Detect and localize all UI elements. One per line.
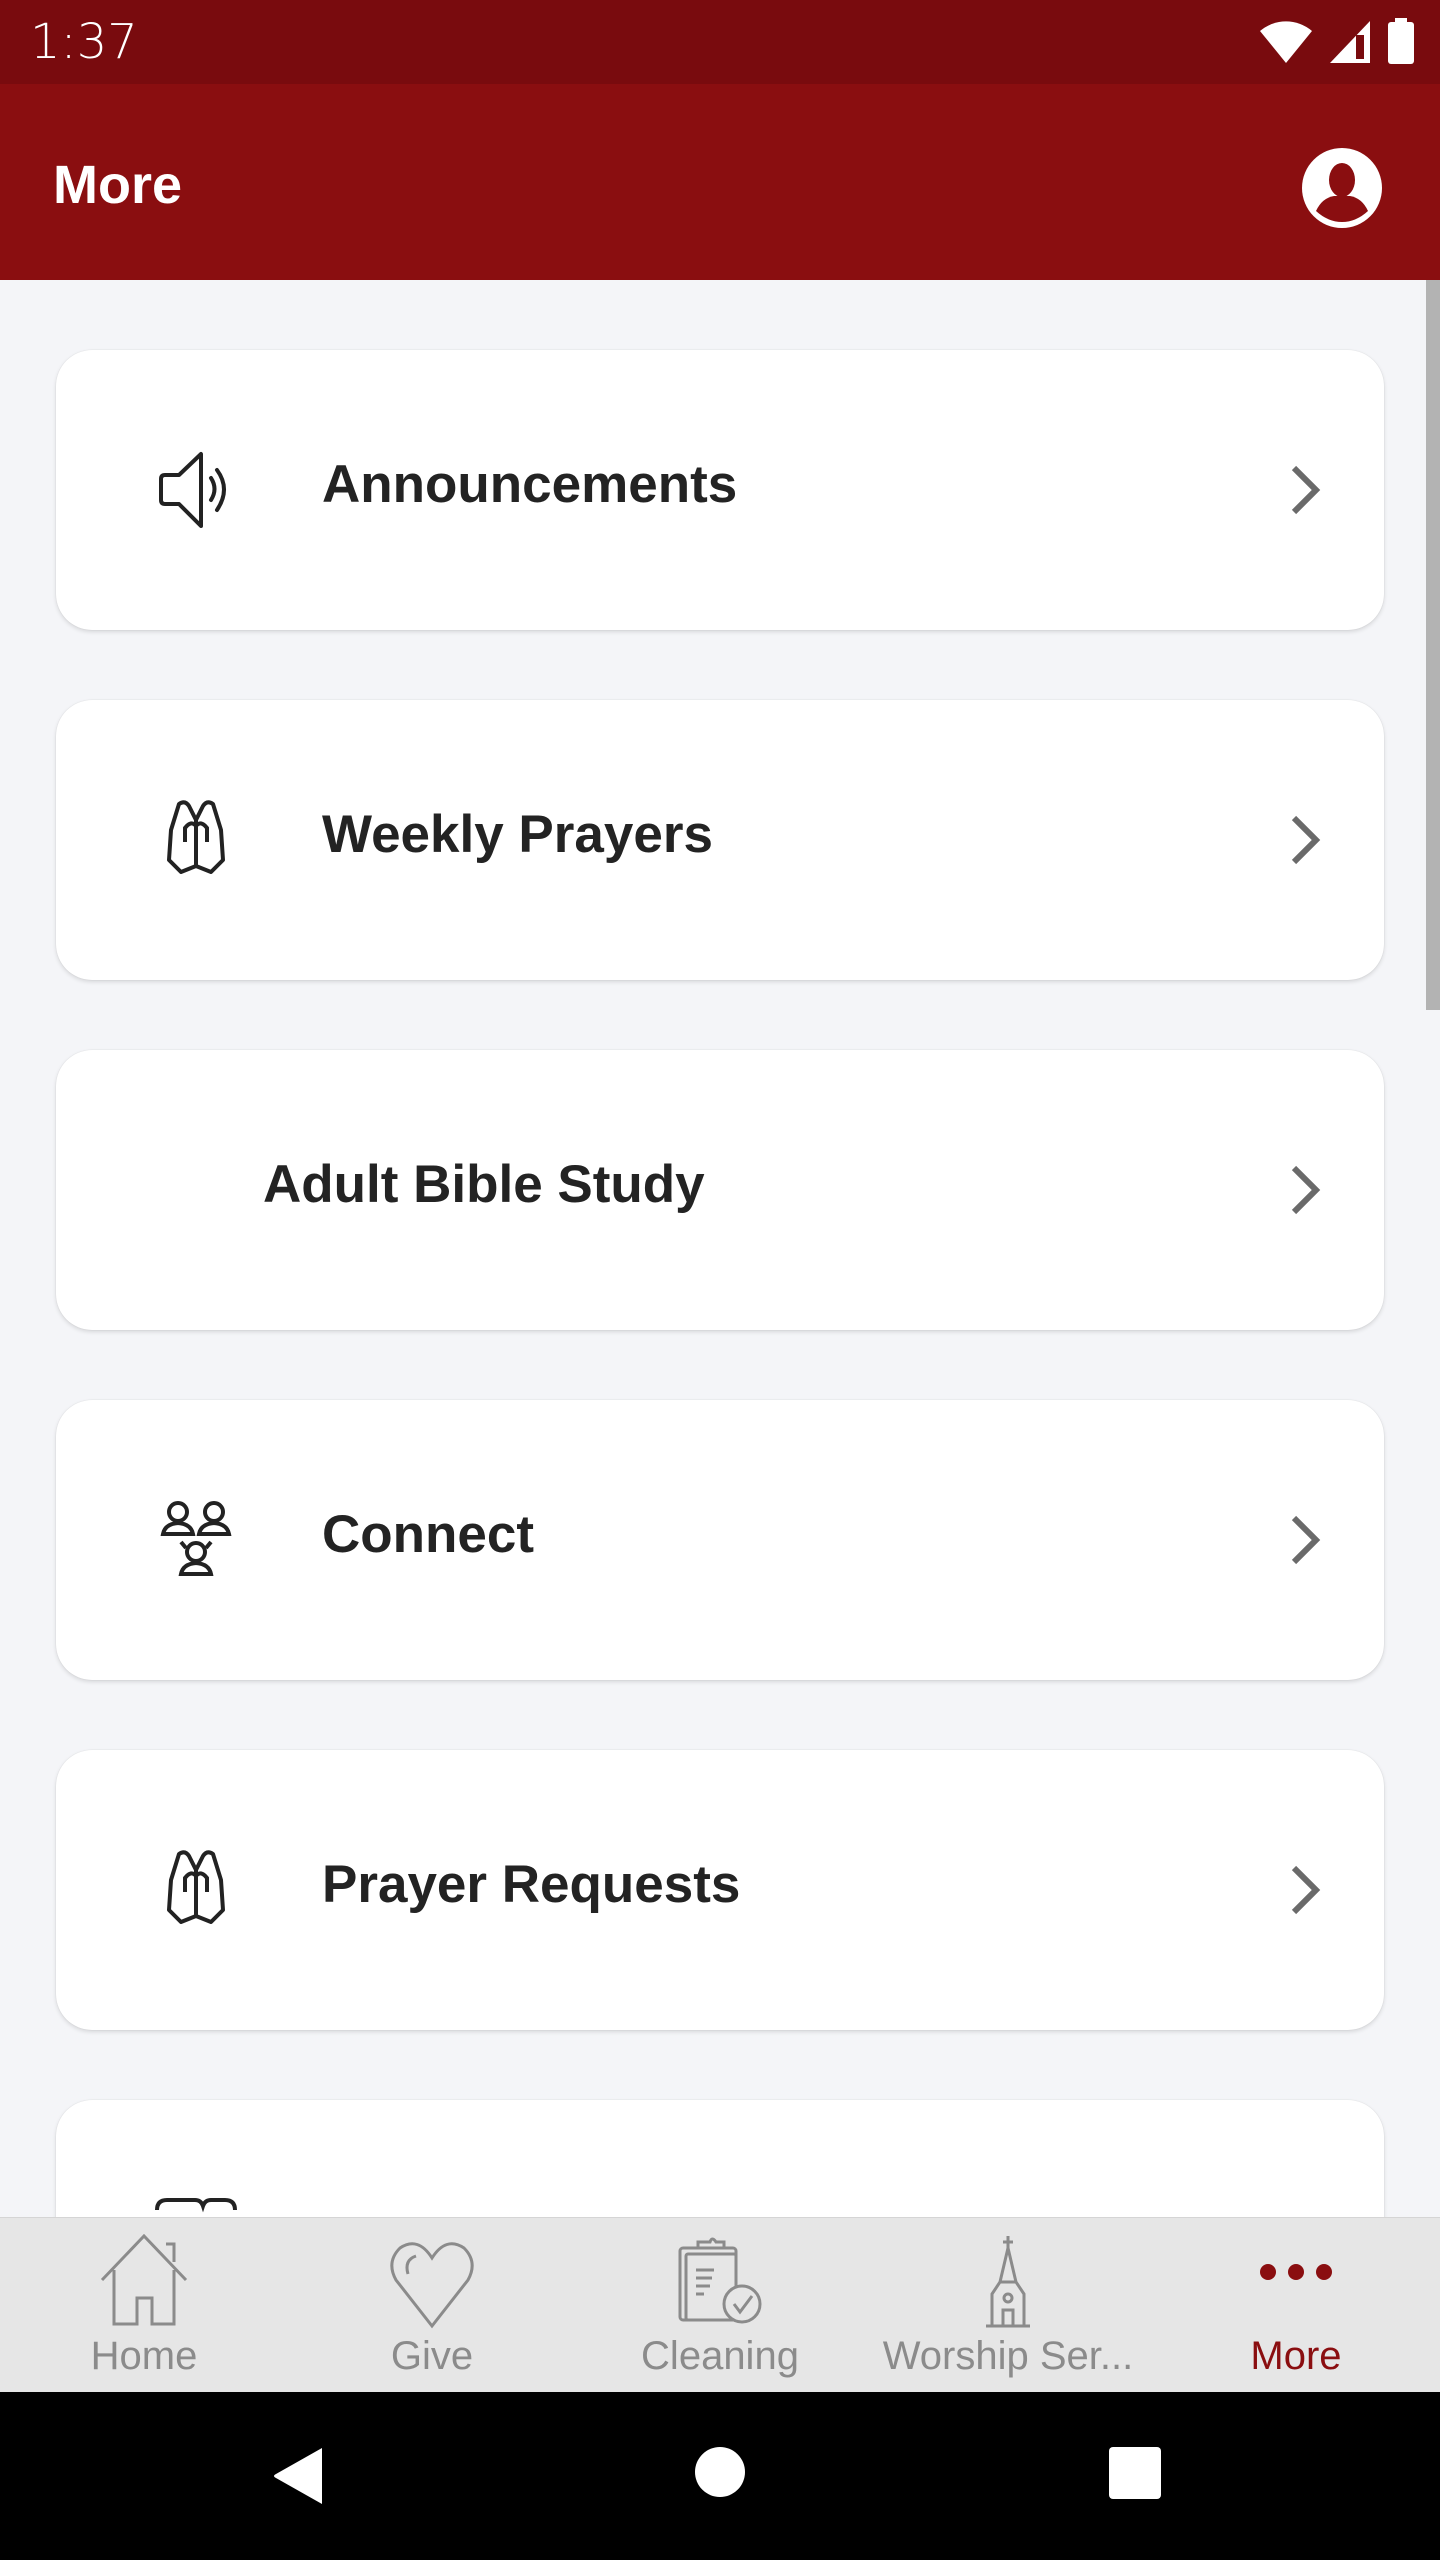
menu-list[interactable]: Announcements Weekly Prayers Adult Bible… bbox=[0, 280, 1440, 2217]
chevron-right-icon bbox=[1291, 1165, 1321, 1215]
menu-item-announcements[interactable]: Announcements bbox=[56, 350, 1384, 630]
menu-item-prayer-requests[interactable]: Prayer Requests bbox=[56, 1750, 1384, 2030]
more-dots-icon bbox=[1260, 2264, 1332, 2280]
chevron-right-icon bbox=[1291, 465, 1321, 515]
nav-tab-worship-services[interactable]: Worship Ser... bbox=[864, 2218, 1152, 2392]
profile-button[interactable] bbox=[1300, 146, 1384, 230]
home-button-icon[interactable] bbox=[694, 2446, 746, 2498]
menu-item-label: Connect bbox=[322, 1505, 534, 1564]
page-title: More bbox=[53, 155, 183, 215]
recents-icon[interactable] bbox=[1108, 2446, 1162, 2500]
nav-tab-home[interactable]: Home bbox=[0, 2218, 288, 2392]
nav-label: Home bbox=[90, 2334, 198, 2378]
nav-label: Cleaning bbox=[641, 2334, 799, 2378]
bottom-nav: Home Give Cleaning Worship Ser... More bbox=[0, 2217, 1440, 2392]
menu-item-weekly-prayers[interactable]: Weekly Prayers bbox=[56, 700, 1384, 980]
home-icon bbox=[100, 2234, 188, 2326]
megaphone-speaker-icon bbox=[159, 452, 226, 528]
menu-item-label: Announcements bbox=[322, 455, 738, 514]
menu-item-connect[interactable]: Connect bbox=[56, 1400, 1384, 1680]
status-bar: 1:37 bbox=[0, 0, 1440, 84]
menu-item-partial[interactable] bbox=[56, 2100, 1384, 2217]
wifi-icon bbox=[1260, 21, 1312, 63]
chevron-right-icon bbox=[1291, 815, 1321, 865]
clipboard-check-icon bbox=[678, 2237, 762, 2324]
nav-tab-more[interactable]: More bbox=[1152, 2218, 1440, 2392]
nav-label: Worship Ser... bbox=[882, 2334, 1134, 2378]
status-time: 1:37 bbox=[30, 14, 138, 70]
scrollbar[interactable] bbox=[1426, 280, 1440, 1010]
cellular-signal-icon bbox=[1330, 21, 1370, 63]
heart-icon bbox=[390, 2242, 474, 2329]
chevron-right-icon bbox=[1291, 1865, 1321, 1915]
menu-item-label: Adult Bible Study bbox=[263, 1155, 705, 1214]
menu-item-label: Prayer Requests bbox=[322, 1855, 741, 1914]
battery-icon bbox=[1388, 18, 1414, 64]
group-connect-icon bbox=[160, 1501, 232, 1576]
book-icon bbox=[155, 2198, 237, 2213]
account-circle-icon bbox=[1302, 148, 1382, 228]
nav-label: Give bbox=[390, 2334, 474, 2378]
menu-item-label: Weekly Prayers bbox=[322, 805, 713, 864]
nav-tab-cleaning[interactable]: Cleaning bbox=[576, 2218, 864, 2392]
app-bar: More bbox=[0, 84, 1440, 280]
status-icons bbox=[1258, 18, 1416, 66]
praying-hands-icon bbox=[167, 800, 225, 874]
back-icon[interactable] bbox=[272, 2446, 328, 2506]
church-icon bbox=[986, 2236, 1030, 2328]
nav-tab-give[interactable]: Give bbox=[288, 2218, 576, 2392]
nav-label: More bbox=[1250, 2334, 1342, 2378]
system-navigation-bar bbox=[0, 2392, 1440, 2560]
chevron-right-icon bbox=[1291, 1515, 1321, 1565]
menu-item-adult-bible-study[interactable]: Adult Bible Study bbox=[56, 1050, 1384, 1330]
praying-hands-icon bbox=[167, 1850, 225, 1924]
